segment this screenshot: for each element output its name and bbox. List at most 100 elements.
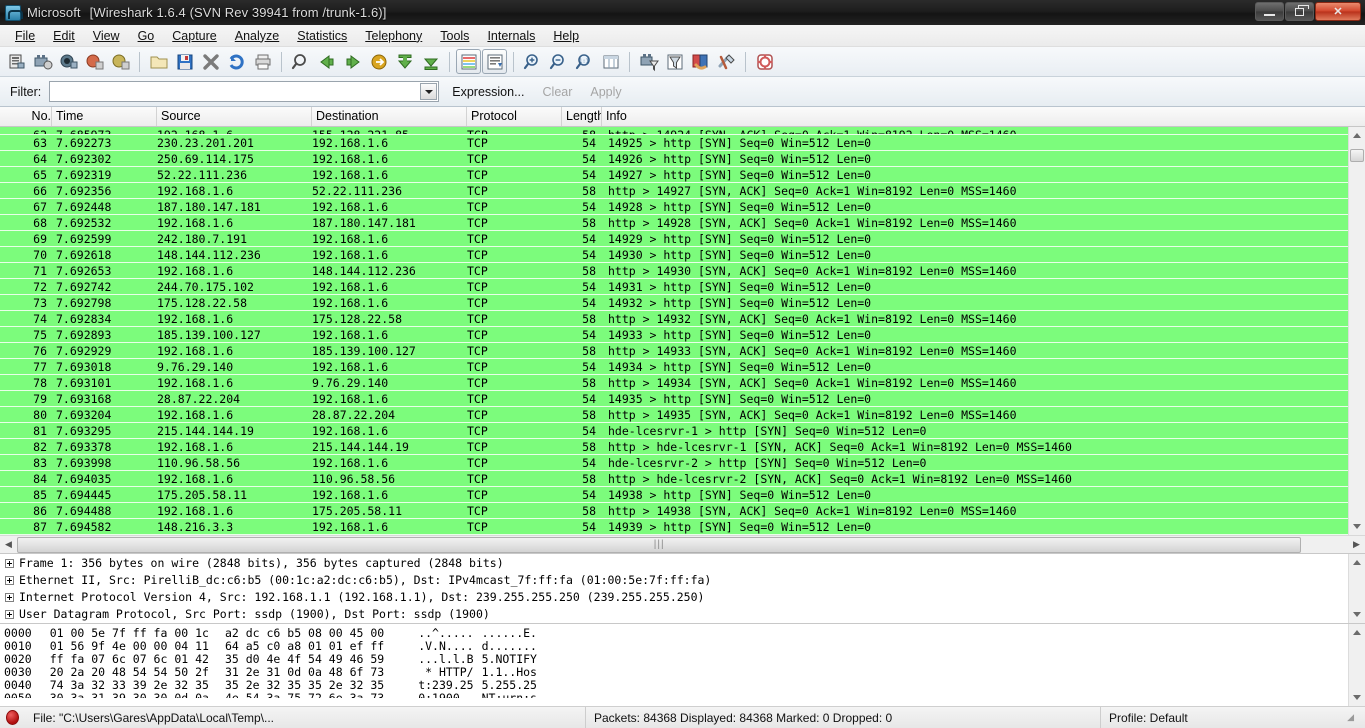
packet-details-tree[interactable]: Frame 1: 356 bytes on wire (2848 bits), … [0,554,1365,623]
packet-row[interactable]: 83 7.693998 110.96.58.56 192.168.1.6 TCP 54 hd… [0,455,1365,471]
display-filters-icon[interactable] [662,49,687,74]
apply-filter-button[interactable]: Apply [585,83,626,101]
go-back-icon[interactable] [314,49,339,74]
packet-row[interactable]: 85 7.694445 175.205.58.11 192.168.1.6 TCP 54 1… [0,487,1365,503]
detail-scroll-up-button[interactable] [1349,554,1365,571]
packet-row[interactable]: 81 7.693295 215.144.144.19 192.168.1.6 TCP 54… [0,423,1365,439]
capture-options-icon[interactable] [30,49,55,74]
close-button[interactable]: ✕ [1315,2,1361,21]
minimize-button[interactable] [1255,2,1284,21]
column-header-time[interactable]: Time [52,107,157,126]
hex-scroll-up-button[interactable] [1349,624,1365,641]
status-file[interactable]: File: "C:\Users\Gares\AppData\Local\Temp… [25,707,585,728]
help-contents-icon[interactable] [752,49,777,74]
filter-dropdown-button[interactable] [420,83,438,100]
packet-row[interactable]: 79 7.693168 28.87.22.204 192.168.1.6 TCP 54 14… [0,391,1365,407]
packet-row[interactable]: 66 7.692356 192.168.1.6 52.22.111.236 TCP 58 h… [0,183,1365,199]
column-header-protocol[interactable]: Protocol [467,107,562,126]
status-profile[interactable]: Profile: Default ◢ [1100,707,1365,728]
zoom-reset-icon[interactable]: 1:1 [572,49,597,74]
detail-row[interactable]: Ethernet II, Src: PirelliB_dc:c6:b5 (00:… [0,572,1365,589]
capture-status-icon[interactable] [6,710,19,725]
packet-details-vscrollbar[interactable] [1348,554,1365,623]
detail-vscroll-track[interactable] [1348,571,1365,606]
menu-statistics[interactable]: Statistics [288,27,356,45]
auto-scroll-icon[interactable] [482,49,507,74]
menu-capture[interactable]: Capture [163,27,225,45]
packet-row[interactable]: 627.685973192.168.1.6155.128.221.85TCP58… [0,127,1365,135]
list-interfaces-icon[interactable] [4,49,29,74]
packet-row[interactable]: 71 7.692653 192.168.1.6 148.144.112.236 TCP 5… [0,263,1365,279]
menu-go[interactable]: Go [129,27,164,45]
resize-grip-icon[interactable]: ◢ [1347,712,1354,723]
reload-icon[interactable] [224,49,249,74]
packet-row[interactable]: 82 7.693378 192.168.1.6 215.144.144.19 TCP 58… [0,439,1365,455]
packet-row[interactable]: 87 7.694582 148.216.3.3 192.168.1.6 TCP 54 149… [0,519,1365,535]
column-header-length[interactable]: Length [562,107,602,126]
coloring-rules-icon[interactable] [688,49,713,74]
hex-row[interactable]: 0050 30 3a 31 39 30 30 0d 0a 4e 54 3a 75 7… [4,692,1365,698]
hscroll-thumb[interactable]: ||| [17,536,1302,553]
packet-row[interactable]: 86 7.694488 192.168.1.6 175.205.58.11 TCP 58 h… [0,503,1365,519]
packet-row[interactable]: 68 7.692532 192.168.1.6 187.180.147.181 TCP 5… [0,215,1365,231]
packet-row[interactable]: 84 7.694035 192.168.1.6 110.96.58.56 TCP 58 ht… [0,471,1365,487]
expand-icon[interactable] [5,559,14,568]
colorize-icon[interactable] [456,49,481,74]
packet-row[interactable]: 74 7.692834 192.168.1.6 175.128.22.58 TCP 58 h… [0,311,1365,327]
menu-file[interactable]: File [6,27,44,45]
filter-combobox[interactable] [49,81,440,102]
packet-row[interactable]: 75 7.692893 185.139.100.127 192.168.1.6 TCP 5… [0,327,1365,343]
packet-list-rows[interactable]: 627.685973192.168.1.6155.128.221.85TCP58… [0,127,1365,535]
capture-filters-icon[interactable] [636,49,661,74]
restore-button[interactable] [1285,2,1314,21]
column-header-no[interactable]: No. [0,107,52,126]
print-icon[interactable] [250,49,275,74]
menu-edit[interactable]: Edit [44,27,84,45]
detail-row[interactable]: Internet Protocol Version 4, Src: 192.16… [0,589,1365,606]
menu-internals[interactable]: Internals [478,27,544,45]
detail-scroll-down-button[interactable] [1349,606,1365,623]
stop-capture-icon[interactable] [82,49,107,74]
menu-help[interactable]: Help [544,27,588,45]
go-forward-icon[interactable] [340,49,365,74]
column-header-info[interactable]: Info [602,107,1365,126]
scroll-right-button[interactable]: ▶ [1348,536,1365,553]
packet-row[interactable]: 76 7.692929 192.168.1.6 185.139.100.127 TCP 5… [0,343,1365,359]
hscroll-track[interactable]: ||| [17,536,1348,553]
hex-scroll-down-button[interactable] [1349,689,1365,706]
hex-vscroll-track[interactable] [1348,641,1365,689]
packet-row[interactable]: 72 7.692742 244.70.175.102 192.168.1.6 TCP 54… [0,279,1365,295]
packet-row[interactable]: 77 7.693018 9.76.29.140 192.168.1.6 TCP 54 149… [0,359,1365,375]
packet-row[interactable]: 69 7.692599 242.180.7.191 192.168.1.6 TCP 54 1… [0,231,1365,247]
menu-analyze[interactable]: Analyze [226,27,288,45]
go-to-last-packet-icon[interactable] [418,49,443,74]
clear-filter-button[interactable]: Clear [538,83,578,101]
detail-row[interactable]: User Datagram Protocol, Src Port: ssdp (… [0,606,1365,623]
packet-row[interactable]: 63 7.692273 230.23.201.201 192.168.1.6 TCP 54… [0,135,1365,151]
zoom-out-icon[interactable] [546,49,571,74]
scroll-down-button[interactable] [1349,518,1365,535]
column-header-destination[interactable]: Destination [312,107,467,126]
packet-bytes-dump[interactable]: 0000 01 00 5e 7f ff fa 00 1c a2 dc c6 b5 0… [0,624,1365,706]
menu-telephony[interactable]: Telephony [356,27,431,45]
menu-tools[interactable]: Tools [431,27,478,45]
packet-row[interactable]: 65 7.692319 52.22.111.236 192.168.1.6 TCP 54 1… [0,167,1365,183]
packet-row[interactable]: 78 7.693101 192.168.1.6 9.76.29.140 TCP 58 htt… [0,375,1365,391]
column-header-source[interactable]: Source [157,107,312,126]
open-file-icon[interactable] [146,49,171,74]
expression-button[interactable]: Expression... [447,83,529,101]
scroll-left-button[interactable]: ◀ [0,536,17,553]
packet-bytes-vscrollbar[interactable] [1348,624,1365,706]
scroll-up-button[interactable] [1349,127,1365,144]
start-capture-icon[interactable] [56,49,81,74]
menu-view[interactable]: View [84,27,129,45]
close-file-icon[interactable] [198,49,223,74]
expand-icon[interactable] [5,610,14,619]
vscroll-thumb[interactable] [1349,149,1364,162]
packet-row[interactable]: 67 7.692448 187.180.147.181 192.168.1.6 TCP 5… [0,199,1365,215]
vscroll-track[interactable] [1348,144,1365,518]
packet-row[interactable]: 80 7.693204 192.168.1.6 28.87.22.204 TCP 58 ht… [0,407,1365,423]
packet-list-vscrollbar[interactable] [1348,127,1365,535]
restart-capture-icon[interactable] [108,49,133,74]
packet-list-hscrollbar[interactable]: ◀ ||| ▶ [0,535,1365,553]
